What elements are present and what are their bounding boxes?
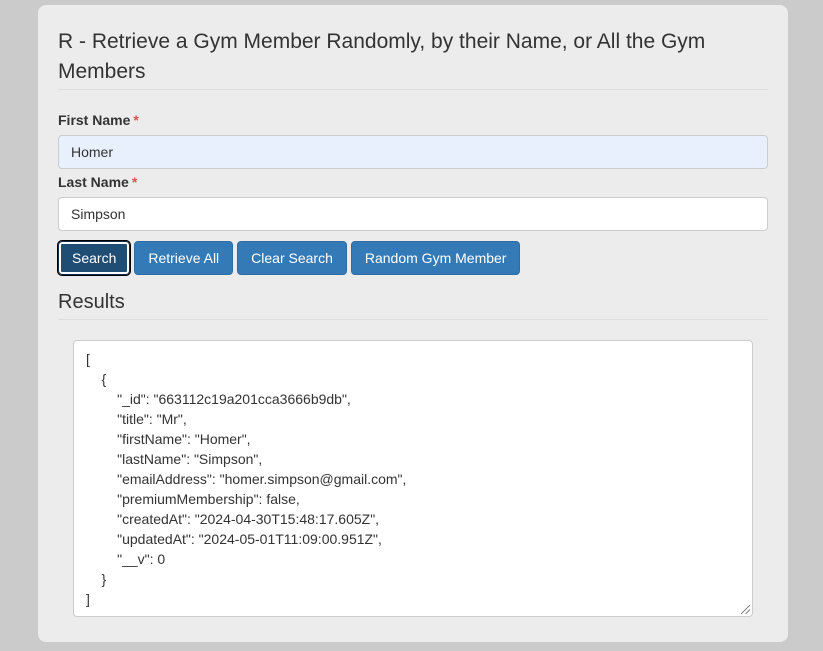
first-name-label: First Name * [58, 110, 768, 130]
search-button[interactable]: Search [56, 240, 132, 276]
required-marker: * [133, 112, 139, 128]
random-gym-member-button[interactable]: Random Gym Member [350, 241, 521, 275]
required-marker: * [131, 174, 138, 190]
results-heading: Results [58, 289, 768, 320]
last-name-input[interactable] [58, 197, 768, 231]
last-name-label-text: Last Name [58, 174, 129, 190]
clear-search-button[interactable]: Clear Search [237, 241, 347, 275]
first-name-label-text: First Name [58, 112, 131, 128]
first-name-input[interactable] [58, 135, 768, 169]
results-text: [ { "_id": "663112c19a201cca3666b9db", "… [86, 351, 407, 607]
gym-member-panel: R - Retrieve a Gym Member Randomly, by t… [38, 5, 788, 642]
page-title: R - Retrieve a Gym Member Randomly, by t… [58, 5, 768, 90]
resize-grip-icon[interactable] [741, 605, 750, 614]
last-name-label: Last Name * [58, 172, 768, 192]
results-textarea[interactable]: [ { "_id": "663112c19a201cca3666b9db", "… [73, 340, 753, 617]
action-buttons: Search Retrieve All Clear Search Random … [56, 240, 768, 276]
retrieve-all-button[interactable]: Retrieve All [134, 241, 234, 275]
